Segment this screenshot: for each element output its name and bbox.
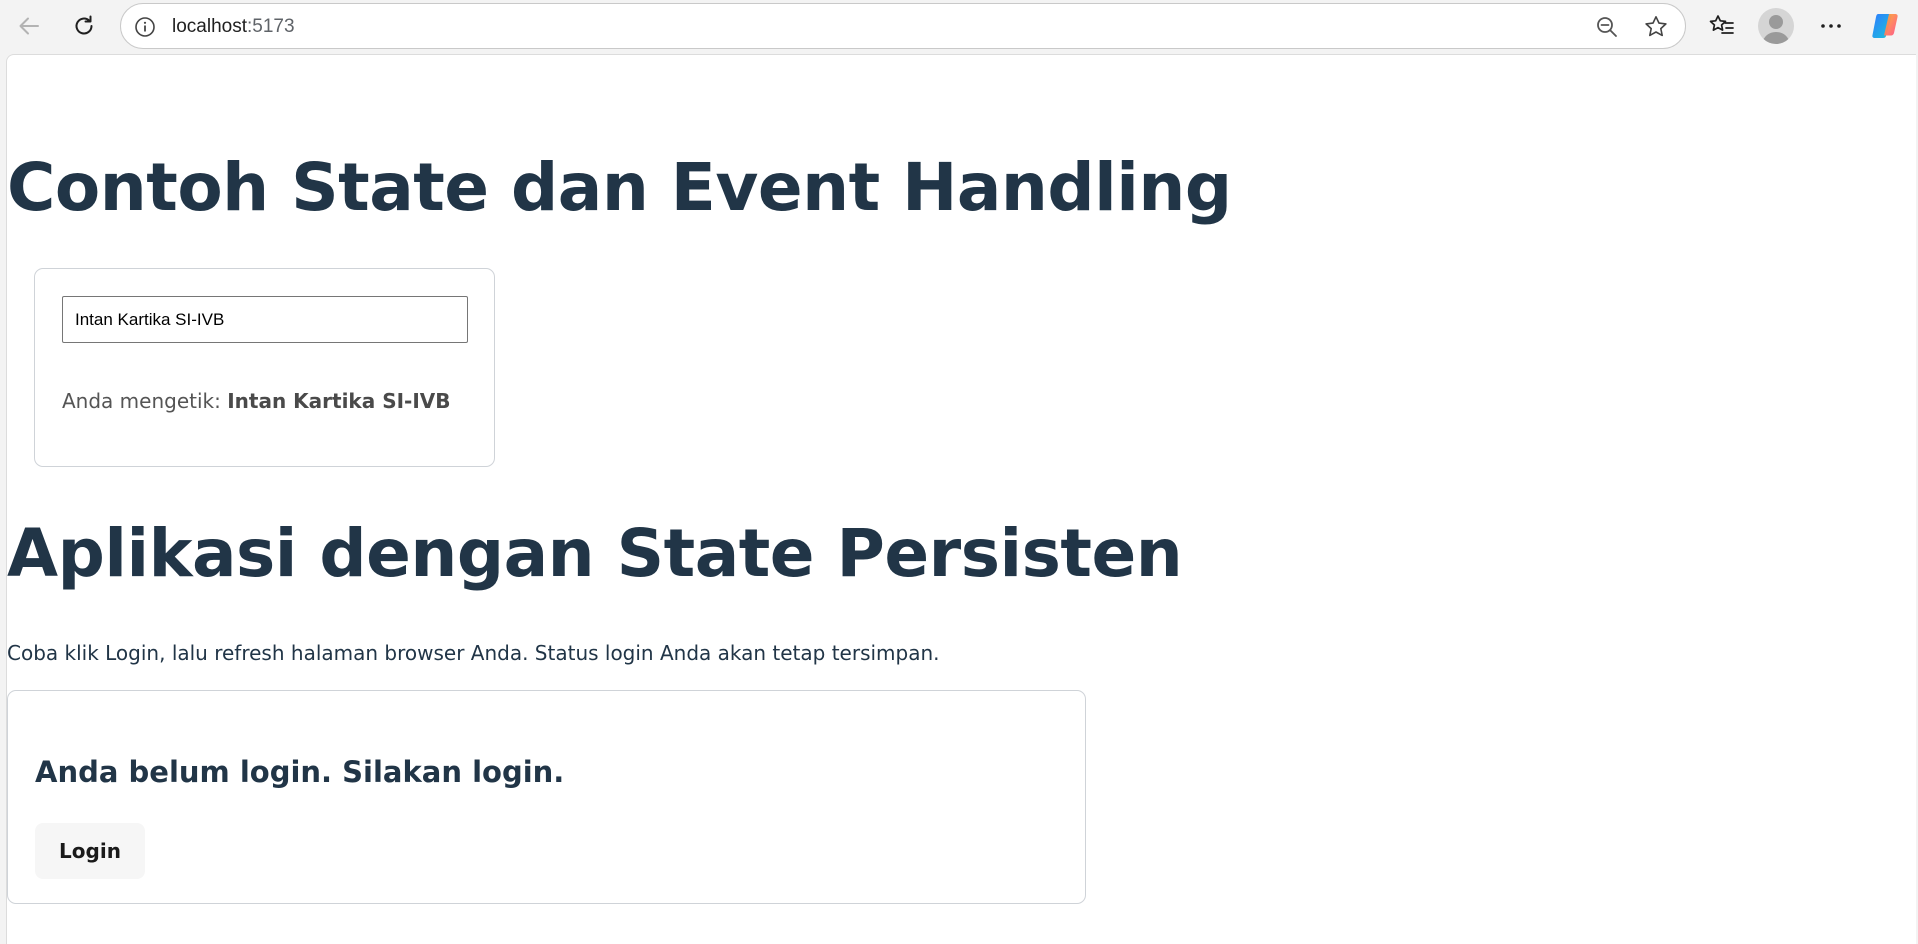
refresh-icon xyxy=(75,15,93,35)
star-icon xyxy=(1645,16,1667,37)
page-title-persistent-state: Aplikasi dengan State Persisten xyxy=(7,515,1183,592)
refresh-button[interactable] xyxy=(65,7,103,45)
persistent-description: Coba klik Login, lalu refresh halaman br… xyxy=(7,641,940,665)
url-text[interactable]: localhost:5173 xyxy=(172,16,295,38)
back-arrow-icon xyxy=(19,17,39,35)
typed-prefix: Anda mengetik: xyxy=(62,389,228,413)
zoom-button[interactable] xyxy=(1595,15,1619,39)
favorites-icon xyxy=(1709,15,1734,34)
page-title-state-event: Contoh State dan Event Handling xyxy=(7,149,1232,226)
copilot-icon xyxy=(1872,14,1898,38)
favorite-button[interactable] xyxy=(1643,14,1669,40)
address-bar[interactable]: localhost:5173 xyxy=(120,3,1686,49)
page-viewport: Contoh State dan Event Handling Anda men… xyxy=(6,54,1916,944)
url-port: :5173 xyxy=(247,16,295,37)
profile-button[interactable] xyxy=(1758,8,1794,44)
input-card: Anda mengetik: Intan Kartika SI-IVB xyxy=(34,268,495,467)
login-card: Anda belum login. Silakan login. Login xyxy=(7,690,1086,904)
more-button[interactable] xyxy=(1812,7,1850,45)
site-info-button[interactable] xyxy=(133,15,157,39)
favorites-button[interactable] xyxy=(1703,7,1741,45)
more-icon xyxy=(1821,24,1841,28)
back-button[interactable] xyxy=(10,7,48,45)
name-input[interactable] xyxy=(62,296,468,343)
login-button[interactable]: Login xyxy=(35,823,145,879)
zoom-out-icon xyxy=(1597,17,1617,37)
browser-toolbar: localhost:5173 xyxy=(0,0,1918,53)
info-icon xyxy=(135,17,155,37)
typed-value: Intan Kartika SI-IVB xyxy=(227,389,451,413)
copilot-button[interactable] xyxy=(1867,7,1905,45)
url-host: localhost xyxy=(172,16,247,37)
profile-avatar-icon xyxy=(1762,15,1790,44)
typed-text: Anda mengetik: Intan Kartika SI-IVB xyxy=(62,389,451,413)
login-status: Anda belum login. Silakan login. xyxy=(35,755,565,789)
